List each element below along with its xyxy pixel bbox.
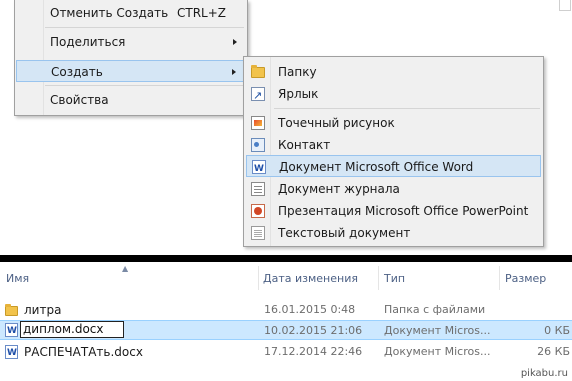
submenu-item-label: Документ журнала xyxy=(278,182,400,196)
submenu-item-text-document[interactable]: Текстовый документ xyxy=(246,222,541,244)
contact-icon xyxy=(251,138,265,152)
context-menu: Отменить Создать CTRL+Z Поделиться Созда… xyxy=(14,0,248,116)
table-row-selected[interactable]: диплом.docx 10.02.2015 21:06 Документ Mi… xyxy=(0,320,572,341)
file-date: 16.01.2015 0:48 xyxy=(264,303,356,316)
submenu-item-label: Ярлык xyxy=(278,87,319,101)
menu-item-shortcut: CTRL+Z xyxy=(176,6,226,20)
menu-item-label: Поделиться xyxy=(50,35,126,49)
file-date: 10.02.2015 21:06 xyxy=(264,324,363,337)
submenu-item-label: Документ Microsoft Office Word xyxy=(279,160,474,174)
file-list: ▲ Имя Дата изменения Тип Размер литра 16… xyxy=(0,262,572,381)
submenu-item-contact[interactable]: Контакт xyxy=(246,134,541,156)
menu-separator xyxy=(45,27,244,28)
submenu-item-label: Презентация Microsoft Office PowerPoint xyxy=(278,204,529,218)
image-divider xyxy=(0,255,572,262)
submenu-item-label: Папку xyxy=(278,65,317,79)
file-size: 0 КБ xyxy=(544,324,570,337)
text-document-icon xyxy=(251,226,265,240)
bitmap-icon xyxy=(251,116,265,130)
file-name: литра xyxy=(24,303,62,317)
submenu-item-powerpoint[interactable]: Презентация Microsoft Office PowerPoint xyxy=(246,200,541,222)
powerpoint-icon xyxy=(251,204,265,218)
word-document-icon xyxy=(5,343,18,363)
menu-item-undo-create[interactable]: Отменить Создать CTRL+Z xyxy=(16,2,246,24)
submenu-item-folder[interactable]: Папку xyxy=(246,61,541,83)
submenu-item-label: Текстовый документ xyxy=(278,226,411,240)
word-document-icon xyxy=(5,321,18,341)
submenu-arrow-icon xyxy=(232,69,236,75)
journal-document-icon xyxy=(251,182,265,196)
table-row[interactable]: РАСПЕЧАТАть.docx 17.12.2014 22:46 Докуме… xyxy=(0,342,572,363)
column-header-size[interactable]: Размер xyxy=(505,272,546,285)
column-separator[interactable] xyxy=(258,266,259,290)
file-type: Документ Micros... xyxy=(384,324,491,337)
shortcut-icon xyxy=(251,85,265,107)
submenu-item-shortcut[interactable]: Ярлык xyxy=(246,83,541,107)
table-row[interactable]: литра 16.01.2015 0:48 Папка с файлами xyxy=(0,300,572,320)
file-date: 17.12.2014 22:46 xyxy=(264,345,363,358)
submenu-item-word-document[interactable]: Документ Microsoft Office Word xyxy=(246,155,541,180)
column-separator[interactable] xyxy=(378,266,379,290)
file-name: РАСПЕЧАТАть.docx xyxy=(24,345,143,359)
menu-item-label: Свойства xyxy=(50,93,109,107)
submenu-arrow-icon xyxy=(233,39,237,45)
column-header-name[interactable]: Имя xyxy=(6,272,29,285)
create-submenu: Папку Ярлык Точечный рисунок Контакт Док… xyxy=(243,56,544,247)
menu-item-label: Отменить Создать xyxy=(50,6,169,20)
file-type: Документ Micros... xyxy=(384,345,491,358)
menu-item-share[interactable]: Поделиться xyxy=(16,31,246,53)
menu-item-properties[interactable]: Свойства xyxy=(16,89,246,111)
submenu-item-journal[interactable]: Документ журнала xyxy=(246,178,541,200)
submenu-item-bitmap[interactable]: Точечный рисунок xyxy=(246,112,541,134)
menu-item-label: Создать xyxy=(51,65,103,79)
menu-item-create[interactable]: Создать xyxy=(16,60,246,82)
column-header-type[interactable]: Тип xyxy=(384,272,405,285)
file-type: Папка с файлами xyxy=(384,303,486,316)
column-separator[interactable] xyxy=(499,266,500,290)
folder-icon xyxy=(5,304,18,316)
watermark: pikabu.ru xyxy=(520,368,568,379)
submenu-item-label: Контакт xyxy=(278,138,331,152)
word-document-icon xyxy=(252,158,266,180)
file-size: 26 КБ xyxy=(537,345,570,358)
rename-input[interactable]: диплом.docx xyxy=(20,321,124,338)
column-header-date[interactable]: Дата изменения xyxy=(263,272,358,285)
sort-up-icon: ▲ xyxy=(122,264,129,273)
menu-separator xyxy=(45,85,244,86)
folder-icon xyxy=(251,65,265,78)
submenu-item-label: Точечный рисунок xyxy=(278,116,395,130)
menu-separator xyxy=(274,108,540,109)
scrollbar-thumb[interactable] xyxy=(559,0,571,11)
